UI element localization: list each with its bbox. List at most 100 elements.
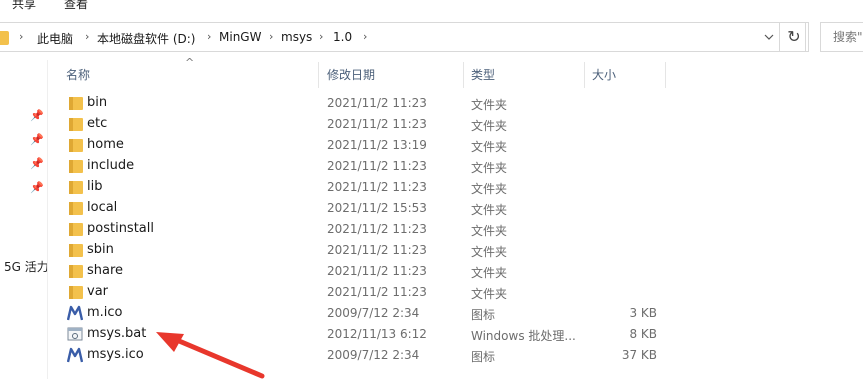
file-name[interactable]: sbin (87, 242, 114, 257)
folder-icon (69, 118, 83, 131)
folder-icon (69, 223, 83, 236)
column-header-size[interactable]: 大小 (592, 62, 616, 88)
file-name[interactable]: share (87, 263, 123, 278)
file-type: 文件夹 (471, 224, 508, 238)
chevron-down-icon[interactable] (764, 32, 774, 42)
file-modified: 2021/11/2 15:53 (327, 201, 427, 215)
refresh-icon: ↻ (787, 27, 801, 46)
column-divider[interactable] (318, 62, 319, 88)
file-name[interactable]: include (87, 158, 134, 173)
file-modified: 2021/11/2 11:23 (327, 285, 427, 299)
file-row[interactable]: include 2021/11/2 11:23 文件夹 (48, 156, 863, 177)
column-header-modified[interactable]: 修改日期 (327, 62, 375, 88)
pin-icon[interactable]: 📌 (30, 157, 44, 170)
file-type: 文件夹 (471, 182, 508, 196)
file-row[interactable]: m.ico 2009/7/12 2:34 图标 3 KB (48, 303, 863, 324)
chevron-right-icon[interactable]: › (269, 30, 273, 43)
file-modified: 2021/11/2 11:23 (327, 243, 427, 257)
pin-icon[interactable]: 📌 (30, 109, 44, 122)
folder-icon (69, 244, 83, 257)
file-type: 文件夹 (471, 245, 508, 259)
file-type: 图标 (471, 350, 496, 364)
column-divider[interactable] (665, 62, 666, 88)
file-modified: 2021/11/2 11:23 (327, 117, 427, 131)
file-type: 文件夹 (471, 161, 508, 175)
chevron-right-icon[interactable]: › (19, 30, 23, 43)
file-type: 文件夹 (471, 266, 508, 280)
sort-up-icon: ^ (185, 56, 195, 69)
annotation-arrow (156, 332, 265, 379)
file-name[interactable]: m.ico (87, 305, 123, 320)
folder-icon (69, 97, 83, 110)
chevron-right-icon[interactable]: › (319, 30, 323, 43)
file-modified: 2009/7/12 2:34 (327, 306, 420, 320)
file-name[interactable]: bin (87, 95, 107, 110)
ribbon-tabs: 共享 查看 (0, 0, 863, 16)
folder-icon (69, 160, 83, 173)
folder-icon (69, 202, 83, 215)
file-row[interactable]: share 2021/11/2 11:23 文件夹 (48, 261, 863, 282)
file-modified: 2021/11/2 11:23 (327, 159, 427, 173)
file-name[interactable]: etc (87, 116, 107, 131)
file-modified: 2021/11/2 11:23 (327, 222, 427, 236)
column-divider[interactable] (463, 62, 464, 88)
chevron-right-icon[interactable]: › (363, 30, 367, 43)
msys-ico-icon (67, 305, 83, 321)
search-input[interactable]: 搜索"1.0" (820, 22, 863, 52)
file-type: 文件夹 (471, 119, 508, 133)
folder-icon (69, 286, 83, 299)
file-modified: 2009/7/12 2:34 (327, 348, 420, 362)
file-row[interactable]: var 2021/11/2 11:23 文件夹 (48, 282, 863, 303)
file-row[interactable]: bin 2021/11/2 11:23 文件夹 (48, 93, 863, 114)
file-type: 文件夹 (471, 287, 508, 301)
file-size: 3 KB (629, 306, 657, 320)
file-type: 文件夹 (471, 203, 508, 217)
file-size: 37 KB (621, 348, 657, 362)
file-name[interactable]: lib (87, 179, 102, 194)
file-row[interactable]: local 2021/11/2 15:53 文件夹 (48, 198, 863, 219)
nav-item-network[interactable]: 5G 活力 (4, 258, 49, 275)
file-name[interactable]: msys.ico (87, 347, 144, 362)
file-type: 文件夹 (471, 98, 508, 112)
file-name[interactable]: var (87, 284, 108, 299)
folder-icon (69, 139, 83, 152)
file-size: 8 KB (629, 327, 657, 341)
file-row[interactable]: postinstall 2021/11/2 11:23 文件夹 (48, 219, 863, 240)
breadcrumb-msys[interactable]: msys (281, 30, 312, 44)
chevron-right-icon[interactable]: › (85, 30, 89, 43)
breadcrumb-mingw[interactable]: MinGW (219, 30, 261, 44)
chevron-right-icon[interactable]: › (207, 30, 211, 43)
pin-icon[interactable]: 📌 (30, 133, 44, 146)
file-modified: 2021/11/2 11:23 (327, 180, 427, 194)
tab-view[interactable]: 查看 (64, 0, 88, 12)
file-row[interactable]: lib 2021/11/2 11:23 文件夹 (48, 177, 863, 198)
tab-share[interactable]: 共享 (12, 0, 36, 12)
file-type: 图标 (471, 308, 496, 322)
breadcrumb-1-0[interactable]: 1.0 (333, 30, 352, 44)
msys-ico-icon (67, 347, 83, 363)
folder-icon (0, 31, 9, 45)
file-modified: 2021/11/2 11:23 (327, 96, 427, 110)
column-header-type[interactable]: 类型 (471, 62, 495, 88)
column-header-name[interactable]: 名称 (66, 62, 90, 88)
column-divider[interactable] (584, 62, 585, 88)
file-row[interactable]: etc 2021/11/2 11:23 文件夹 (48, 114, 863, 135)
file-name[interactable]: msys.bat (87, 326, 146, 341)
file-name[interactable]: postinstall (87, 221, 154, 236)
file-modified: 2021/11/2 13:19 (327, 138, 427, 152)
file-type: Windows 批处理... (471, 329, 576, 343)
file-row[interactable]: sbin 2021/11/2 11:23 文件夹 (48, 240, 863, 261)
folder-icon (69, 265, 83, 278)
breadcrumb-drive-d[interactable]: 本地磁盘软件 (D:) (97, 30, 195, 47)
folder-icon (69, 181, 83, 194)
pin-icon[interactable]: 📌 (30, 181, 44, 194)
breadcrumb-this-pc[interactable]: 此电脑 (37, 30, 73, 47)
file-row[interactable]: home 2021/11/2 13:19 文件夹 (48, 135, 863, 156)
file-name[interactable]: home (87, 137, 124, 152)
address-bar[interactable]: › 此电脑 › 本地磁盘软件 (D:) › MinGW › msys › 1.0… (0, 22, 806, 52)
file-name[interactable]: local (87, 200, 117, 215)
file-type: 文件夹 (471, 140, 508, 154)
batch-file-icon (67, 327, 83, 341)
file-modified: 2021/11/2 11:23 (327, 264, 427, 278)
refresh-button[interactable]: ↻ (779, 22, 809, 52)
